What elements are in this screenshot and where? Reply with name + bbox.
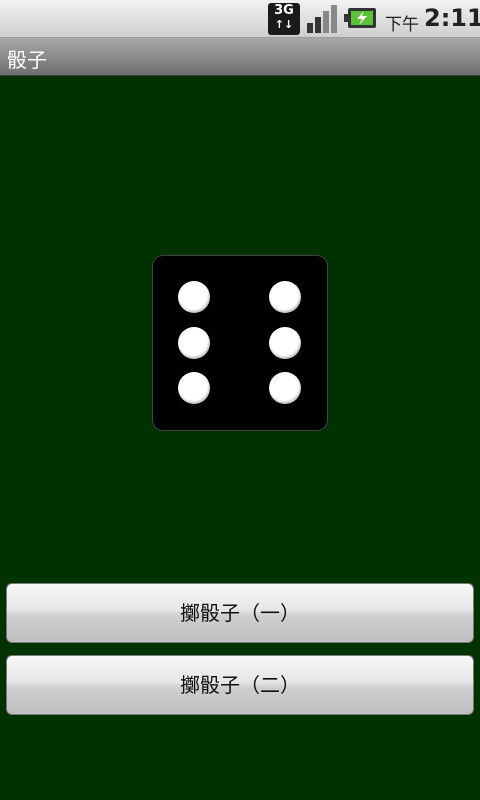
status-time: 2:11 (424, 4, 480, 32)
3g-data-icon: 3G ↑↓ (268, 3, 300, 35)
dice-pip (269, 327, 301, 359)
network-type-label: 3G (274, 3, 294, 18)
dice-pip (178, 281, 210, 313)
roll-dice-two-button[interactable]: 擲骰子（二） (6, 655, 474, 715)
status-bar: 3G ↑↓ 下午 2:11 (0, 0, 480, 38)
data-transfer-arrows-icon: ↑↓ (274, 18, 294, 31)
status-ampm: 下午 (385, 15, 419, 35)
dice-pip (269, 372, 301, 404)
battery-charging-icon (344, 8, 376, 28)
dice-pip (178, 327, 210, 359)
dice-pip (178, 372, 210, 404)
signal-strength-icon (307, 5, 337, 33)
roll-dice-one-button[interactable]: 擲骰子（一） (6, 583, 474, 643)
dice-face (153, 256, 327, 430)
app-title-bar: 骰子 (0, 38, 480, 76)
dice-pip (269, 281, 301, 313)
page-title: 骰子 (7, 48, 47, 72)
